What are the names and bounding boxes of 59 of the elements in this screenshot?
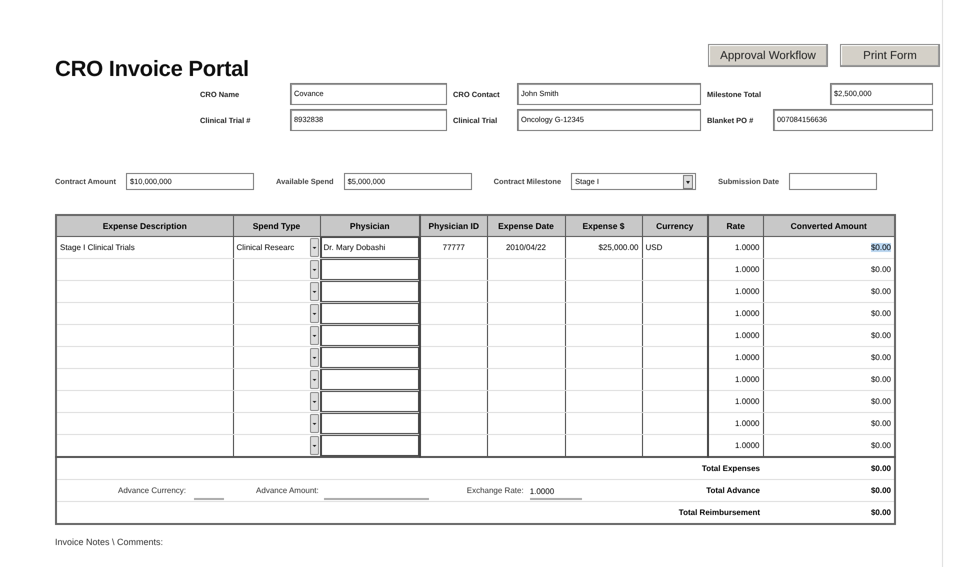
table-cell: $0.00 <box>870 265 891 274</box>
form-button[interactable]: Print Form <box>840 44 940 67</box>
input-field[interactable] <box>789 173 877 190</box>
table-cell: 1.0000 <box>735 331 760 340</box>
table-cell: 1.0000 <box>735 287 760 296</box>
table-cell: $0.00 <box>870 309 891 318</box>
field-label: Exchange Rate: <box>466 486 524 495</box>
table-cell: $0.00 <box>870 375 891 384</box>
input-field[interactable] <box>321 325 419 346</box>
column-header: Rate <box>708 215 763 236</box>
input-field[interactable] <box>321 303 419 324</box>
column-header: Currency <box>642 215 708 236</box>
table-cell: $0.00 <box>870 243 891 252</box>
field-label: Advance Currency: <box>118 486 186 495</box>
table-cell: Stage I Clinical Trials <box>60 243 135 252</box>
table-cell: $0.00 <box>870 397 891 406</box>
notes-label: Invoice Notes \ Comments: <box>55 537 164 547</box>
column-header: Physician ID <box>420 215 487 236</box>
total-value: $0.00 <box>870 508 891 517</box>
total-value: $0.00 <box>870 464 891 473</box>
total-label: Total Reimbursement <box>678 508 760 517</box>
table-cell: 1.0000 <box>735 419 760 428</box>
column-header: Expense $ <box>565 215 642 236</box>
input-field[interactable] <box>321 281 419 302</box>
total-value: $0.00 <box>870 486 891 495</box>
table-cell: 77777 <box>442 243 465 252</box>
table-cell: USD <box>646 243 662 252</box>
table-cell: $0.00 <box>870 419 891 428</box>
table-cell: $0.00 <box>870 353 891 362</box>
column-header: Spend Type <box>233 215 320 236</box>
input-field[interactable] <box>321 347 419 368</box>
input-field[interactable] <box>321 413 419 434</box>
total-label: Total Expenses <box>702 464 760 473</box>
table-cell: 1.0000 <box>735 309 760 318</box>
input-field[interactable] <box>321 369 419 390</box>
column-header: Converted Amount <box>763 215 895 236</box>
table-cell: $0.00 <box>870 441 891 450</box>
input-field[interactable] <box>321 391 419 412</box>
table-cell: 1.0000 <box>735 397 760 406</box>
total-label: Total Advance <box>706 486 760 495</box>
table-cell: $25,000.00 <box>598 243 638 252</box>
column-header: Expense Description <box>56 215 233 236</box>
input-field[interactable] <box>321 435 419 456</box>
form-button[interactable]: Approval Workflow <box>708 44 828 67</box>
table-cell: 1.0000 <box>735 353 760 362</box>
input-field[interactable]: 1.0000 <box>530 487 582 500</box>
table-cell: $0.00 <box>870 287 891 296</box>
field-label: Advance Amount: <box>256 486 319 495</box>
input-field[interactable]: Dr. Mary Dobashi <box>321 237 419 258</box>
column-header: Physician <box>320 215 420 236</box>
table-cell: 1.0000 <box>735 265 760 274</box>
table-cell: 2010/04/22 <box>506 243 546 252</box>
table-cell: $0.00 <box>870 331 891 340</box>
table-cell: 1.0000 <box>735 375 760 384</box>
column-header: Expense Date <box>487 215 565 236</box>
table-cell: 1.0000 <box>735 243 760 252</box>
table-cell: 1.0000 <box>735 441 760 450</box>
input-field[interactable] <box>321 259 419 280</box>
page-title: CRO Invoice Portal <box>55 56 249 82</box>
